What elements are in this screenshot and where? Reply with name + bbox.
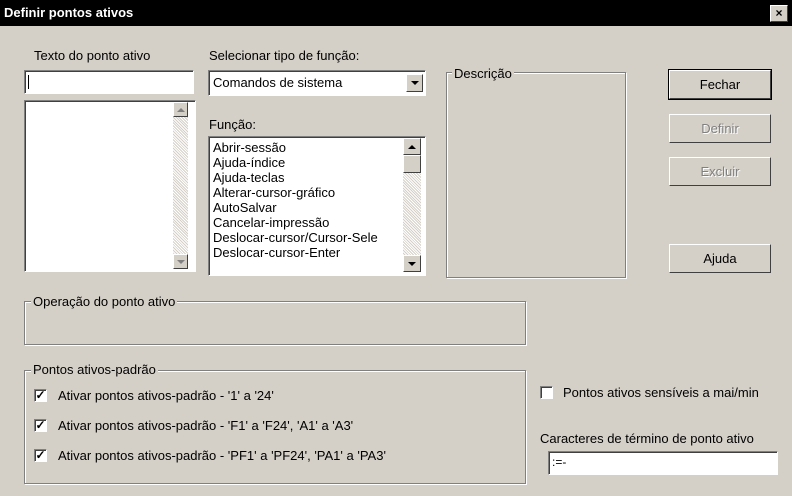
- default-option-3-label: Ativar pontos ativos-padrão - 'PF1' a 'P…: [58, 448, 386, 463]
- scroll-up-button[interactable]: [403, 138, 421, 155]
- list-item[interactable]: Cancelar-impressão: [213, 215, 403, 230]
- list-item[interactable]: Abrir-sessão: [213, 140, 403, 155]
- title-bar: Definir pontos ativos ×: [0, 0, 792, 26]
- chevron-down-icon: [410, 81, 419, 85]
- chevron-down-icon: [176, 259, 185, 264]
- function-type-value: Comandos de sistema: [213, 75, 343, 90]
- define-button-label: Definir: [701, 121, 739, 136]
- function-label: Função:: [209, 117, 256, 132]
- delete-button-label: Excluir: [700, 164, 740, 179]
- hotspot-text-label: Texto do ponto ativo: [34, 48, 151, 63]
- function-list-scrollbar[interactable]: [403, 138, 421, 272]
- checkbox-checked[interactable]: ✓: [34, 449, 47, 462]
- text-caret: [28, 75, 29, 89]
- default-option-2-label: Ativar pontos ativos-padrão - 'F1' a 'F2…: [58, 418, 354, 433]
- case-sensitive-label: Pontos ativos sensíveis a mai/min: [563, 385, 759, 400]
- hotspot-list-scrollbar[interactable]: [173, 102, 188, 269]
- function-list[interactable]: Abrir-sessão Ajuda-índice Ajuda-teclas A…: [208, 136, 426, 276]
- list-item[interactable]: AutoSalvar: [213, 200, 403, 215]
- define-button[interactable]: Definir: [669, 114, 771, 143]
- checkbox-unchecked[interactable]: [540, 386, 553, 399]
- scroll-down-button[interactable]: [403, 255, 421, 272]
- list-item[interactable]: Ajuda-índice: [213, 155, 403, 170]
- list-item[interactable]: Ajuda-teclas: [213, 170, 403, 185]
- case-sensitive-option[interactable]: Pontos ativos sensíveis a mai/min: [540, 385, 792, 401]
- description-group: [446, 72, 626, 278]
- default-option-1-label: Ativar pontos ativos-padrão - '1' a '24': [58, 388, 274, 403]
- terminators-value: :=-: [552, 455, 567, 469]
- scroll-up-button[interactable]: [173, 102, 188, 117]
- window-title: Definir pontos ativos: [4, 5, 134, 20]
- description-label: Descrição: [452, 66, 514, 81]
- function-type-select[interactable]: Comandos de sistema: [208, 70, 426, 96]
- close-icon[interactable]: ×: [770, 5, 788, 22]
- list-item[interactable]: Alterar-cursor-gráfico: [213, 185, 403, 200]
- chevron-up-icon: [176, 107, 185, 112]
- checkbox-checked[interactable]: ✓: [34, 419, 47, 432]
- list-item[interactable]: Deslocar-cursor-Enter: [213, 245, 403, 260]
- chevron-down-icon: [408, 261, 416, 266]
- checkbox-checked[interactable]: ✓: [34, 389, 47, 402]
- chevron-up-icon: [408, 144, 416, 149]
- scroll-down-button[interactable]: [173, 254, 188, 269]
- list-item[interactable]: Deslocar-cursor/Cursor-Sele: [213, 230, 403, 245]
- help-button-label: Ajuda: [703, 251, 737, 266]
- function-items: Abrir-sessão Ajuda-índice Ajuda-teclas A…: [213, 140, 403, 260]
- function-type-label: Selecionar tipo de função:: [209, 48, 360, 63]
- delete-button[interactable]: Excluir: [669, 157, 771, 186]
- terminators-label: Caracteres de término de ponto ativo: [540, 431, 754, 446]
- help-button[interactable]: Ajuda: [669, 244, 771, 273]
- hotspot-text-input[interactable]: [24, 70, 194, 94]
- hotspot-list[interactable]: [24, 100, 196, 272]
- operation-label: Operação do ponto ativo: [31, 294, 178, 309]
- dropdown-button[interactable]: [406, 74, 423, 92]
- terminators-input[interactable]: :=-: [548, 451, 778, 475]
- default-hotspots-label: Pontos ativos-padrão: [31, 362, 158, 377]
- close-button[interactable]: Fechar: [668, 69, 772, 100]
- close-button-label: Fechar: [699, 77, 741, 92]
- scroll-thumb[interactable]: [403, 155, 421, 173]
